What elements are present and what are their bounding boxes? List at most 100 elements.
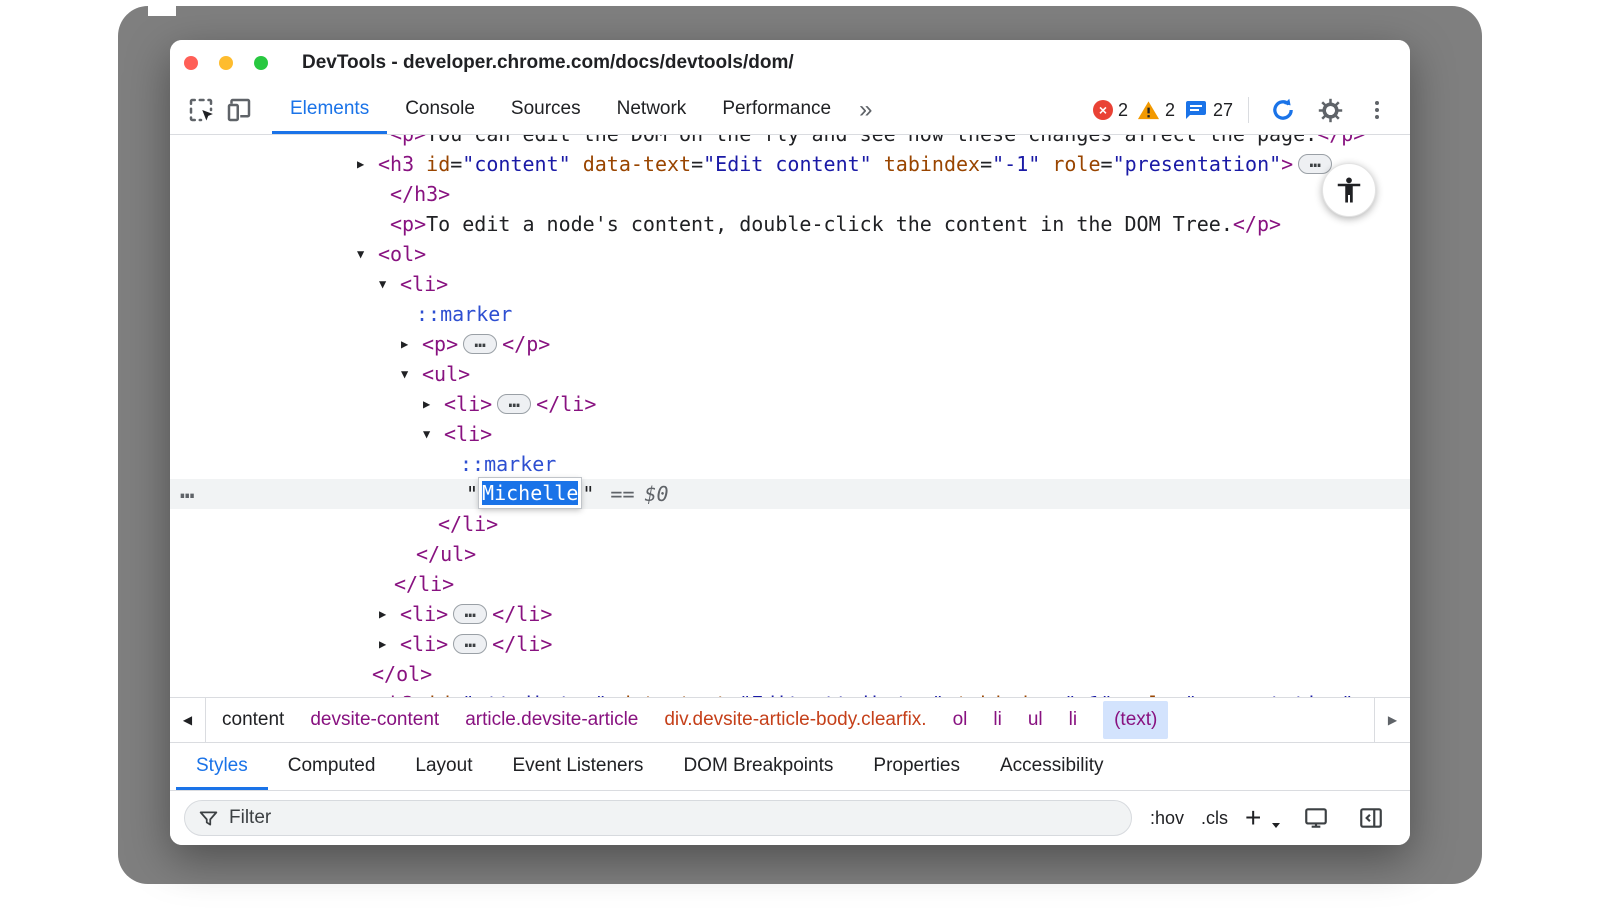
tree-line[interactable]: ▶<p>…</p>	[170, 329, 1410, 359]
tab-console[interactable]: Console	[387, 86, 493, 134]
issues-badge[interactable]: 27	[1184, 98, 1233, 122]
expand-ellipsis-button[interactable]: …	[497, 394, 531, 414]
tab-elements[interactable]: Elements	[272, 86, 387, 134]
token-tag: </li>	[492, 602, 552, 626]
tree-line[interactable]: …"Michelle"==$0	[170, 479, 1410, 509]
zoom-window-button[interactable]	[254, 56, 268, 70]
error-badge[interactable]: × 2	[1093, 100, 1128, 121]
expand-arrow-icon[interactable]: ▶	[423, 389, 430, 419]
breadcrumb-item-article-devsite-article[interactable]: article.devsite-article	[465, 709, 638, 731]
tree-line[interactable]: ▶<li>…</li>	[170, 599, 1410, 629]
warning-icon	[1137, 99, 1160, 122]
breadcrumb-item-li[interactable]: li	[1069, 709, 1077, 731]
breadcrumb-item-content[interactable]: content	[222, 709, 284, 731]
expand-arrow-icon[interactable]: ▶	[357, 149, 364, 179]
collapse-arrow-icon[interactable]: ▼	[357, 239, 364, 269]
tree-line-content: <h3 id="content" data-text="Edit content…	[378, 149, 1337, 179]
row-overflow-icon[interactable]: …	[180, 476, 195, 504]
collapse-arrow-icon[interactable]: ▼	[423, 419, 430, 449]
expand-arrow-icon[interactable]: ▶	[401, 329, 408, 359]
collapse-arrow-icon[interactable]: ▼	[401, 359, 408, 389]
tree-line[interactable]: ▶<li>…</li>	[170, 629, 1410, 659]
token-tag: </ol>	[372, 662, 432, 686]
backdrop-notch	[148, 0, 176, 16]
tree-line[interactable]: </li>	[170, 509, 1410, 539]
breadcrumb-item-div-devsite-article-body-clearfix[interactable]: div.devsite-article-body.clearfix.	[664, 709, 926, 731]
toggle-element-state-button[interactable]: :hov	[1150, 808, 1184, 829]
tree-line[interactable]: </li>	[170, 569, 1410, 599]
token-val: "-1"	[1064, 692, 1112, 697]
tab-styles[interactable]: Styles	[176, 743, 268, 790]
tab-layout[interactable]: Layout	[395, 743, 492, 790]
breadcrumb-scroll-left-button[interactable]: ◀	[170, 698, 206, 742]
issues-count: 27	[1213, 100, 1233, 121]
more-options-button[interactable]	[1358, 101, 1396, 119]
close-window-button[interactable]	[184, 56, 198, 70]
tab-properties[interactable]: Properties	[853, 743, 980, 790]
tree-line[interactable]: ::marker	[170, 299, 1410, 329]
breadcrumb-item-devsite-content[interactable]: devsite-content	[310, 709, 439, 731]
device-toolbar-icon	[224, 95, 254, 125]
accessibility-overlay-button[interactable]	[1322, 163, 1376, 217]
filter-input[interactable]	[229, 807, 1118, 829]
minimize-window-button[interactable]	[219, 56, 233, 70]
tree-line[interactable]: ▶<h3 id="attributes" data-text="Edit att…	[170, 689, 1410, 697]
breadcrumb-item-li[interactable]: li	[993, 709, 1001, 731]
toggle-sidebar-button[interactable]	[1352, 805, 1390, 831]
tab-network[interactable]: Network	[599, 86, 705, 134]
tree-line[interactable]: ▼<li>	[170, 419, 1410, 449]
warning-badge[interactable]: 2	[1137, 99, 1175, 122]
tree-line[interactable]: ::marker	[170, 449, 1410, 479]
styles-filter-field[interactable]	[184, 800, 1132, 836]
expand-arrow-icon[interactable]: ▶	[357, 689, 364, 697]
expand-ellipsis-button[interactable]: …	[453, 634, 487, 654]
tree-line[interactable]: ▼<ul>	[170, 359, 1410, 389]
tab-accessibility[interactable]: Accessibility	[980, 743, 1123, 790]
tree-line[interactable]: </ol>	[170, 659, 1410, 689]
tab-event-listeners[interactable]: Event Listeners	[492, 743, 663, 790]
expand-arrow-icon[interactable]: ▶	[379, 599, 386, 629]
breadcrumb-item-ul[interactable]: ul	[1028, 709, 1043, 731]
tree-line[interactable]: <p>You can edit the DOM on the fly and s…	[170, 135, 1410, 149]
tree-line-content: <ol>	[378, 239, 426, 269]
tab-computed[interactable]: Computed	[268, 743, 396, 790]
settings-button[interactable]	[1311, 97, 1349, 124]
new-style-rule-button[interactable]: +	[1245, 804, 1261, 832]
token-tag: <p>	[422, 332, 458, 356]
breadcrumb-item-ol[interactable]: ol	[953, 709, 968, 731]
tree-line[interactable]: ▶ <h3 id="content" data-text="Edit conten…	[170, 149, 1410, 179]
tree-line[interactable]: ▶<li>…</li>	[170, 389, 1410, 419]
tree-line-content: <p>To edit a node's content, double-clic…	[390, 209, 1281, 239]
token-tag: <p>	[390, 135, 426, 146]
expand-arrow-icon[interactable]: ▶	[379, 629, 386, 659]
device-toolbar-button[interactable]	[220, 86, 258, 134]
tree-line-content: </li>	[438, 509, 498, 539]
breadcrumb-item-text[interactable]: (text)	[1103, 701, 1168, 739]
token-val: "presentation"	[1185, 692, 1354, 697]
tree-line[interactable]: ▼<li>	[170, 269, 1410, 299]
tab-performance[interactable]: Performance	[704, 86, 849, 134]
toggle-classes-button[interactable]: .cls	[1201, 808, 1228, 829]
tab-sources[interactable]: Sources	[493, 86, 599, 134]
tree-line[interactable]: </ul>	[170, 539, 1410, 569]
inline-text-editor[interactable]: Michelle	[479, 478, 581, 508]
collapse-arrow-icon[interactable]: ▼	[379, 269, 386, 299]
tree-line[interactable]: ▼ <ol>	[170, 239, 1410, 269]
expand-ellipsis-button[interactable]: …	[453, 604, 487, 624]
sync-button[interactable]	[1264, 96, 1302, 124]
toolbar-status-area: × 2 2	[1093, 86, 1410, 134]
more-tabs-button[interactable]: »	[849, 96, 882, 124]
tree-line[interactable]: </h3>	[170, 179, 1410, 209]
tree-line-content: ::marker	[460, 449, 556, 479]
token-val: "Edit attributes"	[739, 692, 944, 697]
breadcrumb-scroll-right-button[interactable]: ▶	[1374, 698, 1410, 742]
ellipsis-dots-icon: …	[454, 601, 486, 621]
tree-line[interactable]: <p>To edit a node's content, double-clic…	[170, 209, 1410, 239]
tab-dom-breakpoints[interactable]: DOM Breakpoints	[663, 743, 853, 790]
expand-ellipsis-button[interactable]: …	[1298, 154, 1332, 174]
inspect-element-button[interactable]	[182, 86, 220, 134]
sync-icon	[1269, 96, 1297, 124]
rendering-emulations-button[interactable]	[1297, 805, 1335, 831]
token-txt: "	[582, 482, 594, 506]
expand-ellipsis-button[interactable]: …	[463, 334, 497, 354]
